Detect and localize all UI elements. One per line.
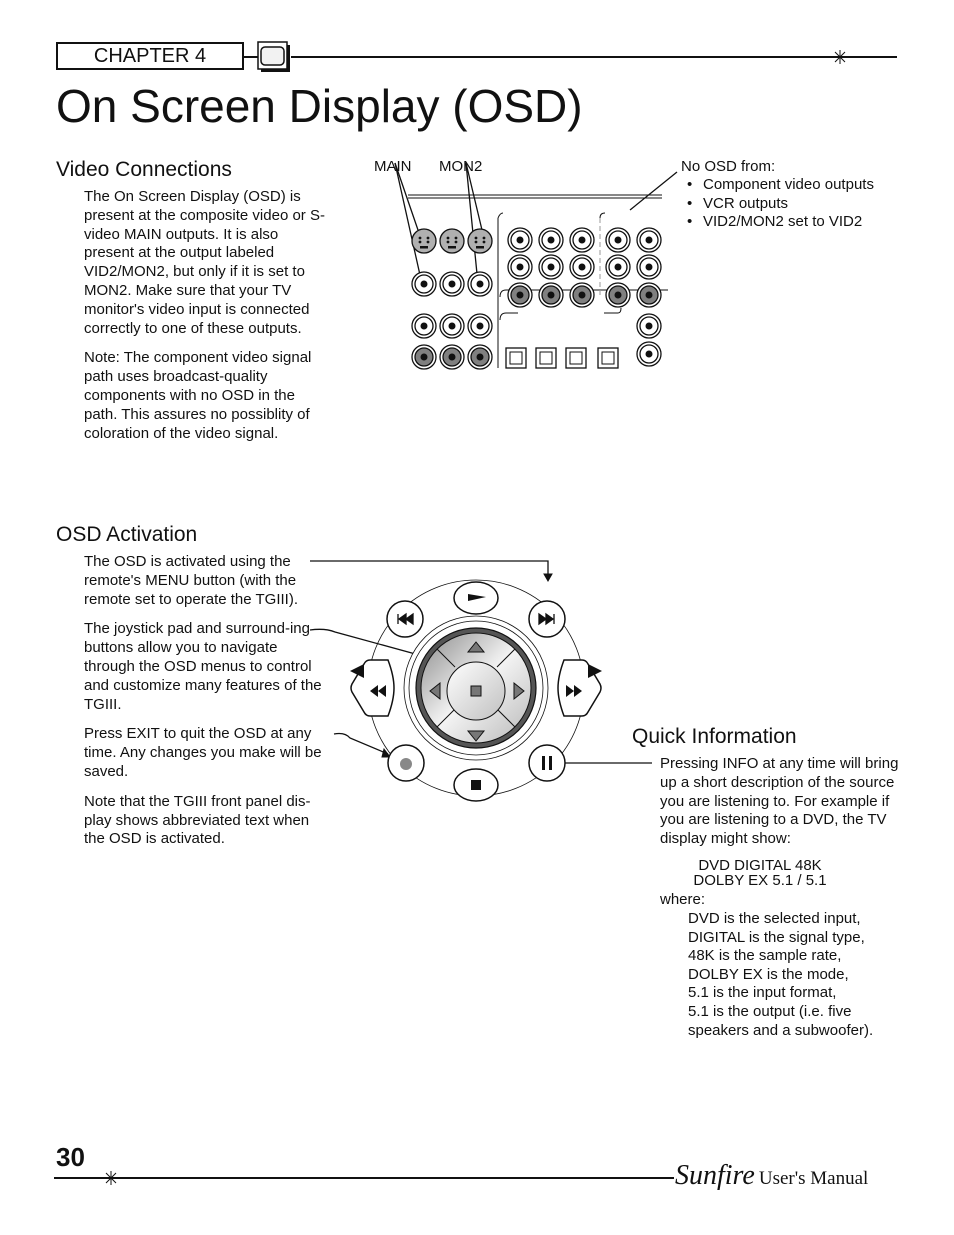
composite-jack	[439, 271, 465, 297]
component-jack	[538, 282, 564, 308]
optical-jack	[565, 347, 587, 369]
no-osd-callout: No OSD from: Component video outputs VCR…	[681, 158, 874, 232]
list-item: 48K is the sample rate,	[688, 947, 842, 965]
paragraph: Note that the TGIII front panel dis-play…	[84, 792, 311, 848]
video-connections-text: The On Screen Display (OSD) is present a…	[84, 188, 329, 454]
component-jack	[605, 254, 631, 280]
list-item: 5.1 is the output (i.e. five	[688, 1002, 852, 1020]
component-jack	[538, 227, 564, 253]
no-osd-title: No OSD from:	[681, 158, 776, 175]
component-jack	[605, 282, 631, 308]
section-heading-quick-information: Quick Information	[632, 725, 797, 748]
list-item: VCR outputs	[681, 195, 874, 214]
paragraph: Press EXIT to quit the OSD at any time. …	[84, 725, 322, 780]
panel-outline	[394, 162, 678, 368]
stop-square-icon	[470, 685, 482, 697]
list-item: DVD is the selected input,	[688, 910, 861, 927]
skip-back-button[interactable]	[386, 600, 424, 638]
s-video-jack	[467, 228, 493, 254]
rca-jack	[467, 344, 493, 370]
rca-jack	[439, 344, 465, 370]
brand-footer: Sunfire User's Manual	[675, 1160, 868, 1192]
paragraph: The On Screen Display (OSD) is present a…	[84, 188, 325, 337]
list-item: Component video outputs	[681, 176, 874, 195]
list-item: DOLBY EX is the mode,	[688, 965, 849, 983]
list-item: speakers and a subwoofer).	[688, 1021, 874, 1039]
page-title: On Screen Display (OSD)	[56, 80, 583, 132]
brand-logo: Sunfire	[675, 1160, 755, 1191]
record-exit-button[interactable]	[387, 744, 425, 782]
composite-jack	[411, 271, 437, 297]
joystick-pad[interactable]	[415, 627, 537, 749]
component-jack	[507, 227, 533, 253]
remote-joystick-diagram	[309, 560, 652, 802]
where-label: where:	[660, 891, 706, 908]
component-jack	[605, 227, 631, 253]
section-heading-video-connections: Video Connections	[56, 158, 232, 181]
list-item: VID2/MON2 set to VID2	[681, 213, 874, 232]
tv-icon	[257, 41, 290, 72]
list-item: 5.1 is the input format,	[688, 984, 837, 1002]
record-icon	[400, 758, 412, 770]
rca-jack	[636, 341, 662, 367]
no-osd-list: Component video outputs VCR outputs VID2…	[681, 176, 874, 232]
stop-button[interactable]	[453, 768, 499, 802]
header-rule	[244, 56, 258, 58]
optical-jack	[597, 347, 619, 369]
paragraph: Note: The component video signal path us…	[84, 349, 312, 442]
component-jack	[569, 254, 595, 280]
list-item: DIGITAL is the signal type,	[688, 928, 865, 946]
footer-rule	[54, 1177, 674, 1179]
display-line: DVD DIGITAL 48K	[698, 857, 822, 874]
s-video-jack	[411, 228, 437, 254]
component-jack	[636, 227, 662, 253]
chapter-label: CHAPTER 4	[56, 42, 244, 70]
component-jack	[569, 282, 595, 308]
component-jack	[569, 227, 595, 253]
page-number: 30	[56, 1142, 85, 1172]
pause-info-button[interactable]	[528, 744, 566, 782]
play-button[interactable]	[453, 581, 499, 615]
skip-forward-button[interactable]	[528, 600, 566, 638]
component-jack	[538, 254, 564, 280]
component-jack	[636, 254, 662, 280]
optical-jack	[505, 347, 527, 369]
star-icon	[104, 1171, 118, 1185]
star-icon	[833, 50, 847, 64]
rca-jack	[411, 313, 437, 339]
rca-jack	[411, 344, 437, 370]
tv-display-example: DVD DIGITAL 48K DOLBY EX 5.1 / 5.1	[660, 858, 860, 888]
display-line: DOLBY EX 5.1 / 5.1	[693, 872, 827, 889]
optical-jack	[535, 347, 557, 369]
component-jack	[636, 282, 662, 308]
osd-activation-text: The OSD is activated using the remote's …	[84, 553, 329, 860]
rear-panel-connector-diagram	[394, 162, 678, 370]
quick-info-intro: Pressing INFO at any time will bring up …	[660, 755, 899, 848]
where-list: DVD is the selected input, DIGITAL is th…	[688, 910, 873, 1040]
manual-label: User's Manual	[758, 1168, 869, 1189]
s-video-jack	[439, 228, 465, 254]
rca-jack	[467, 313, 493, 339]
rca-jack	[439, 313, 465, 339]
paragraph: The OSD is activated using the remote's …	[84, 553, 298, 608]
rca-jack	[636, 313, 662, 339]
component-jack	[507, 254, 533, 280]
stop-icon	[471, 780, 481, 790]
header-rule	[291, 56, 897, 58]
component-jack	[507, 282, 533, 308]
section-heading-osd-activation: OSD Activation	[56, 523, 198, 546]
paragraph: The joystick pad and surround-ing button…	[84, 620, 322, 713]
composite-jack	[467, 271, 493, 297]
